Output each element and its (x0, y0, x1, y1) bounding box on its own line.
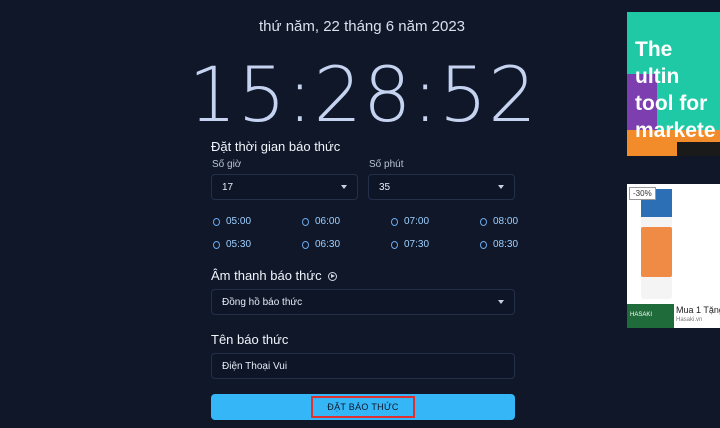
quick-time-0800[interactable]: 08:00 (480, 216, 518, 227)
quick-time-0630[interactable]: 06:30 (302, 239, 340, 250)
minute-select[interactable]: 35 (368, 174, 515, 200)
chevron-down-icon (341, 185, 347, 189)
ad-banner-product[interactable]: -30% HASAKI Mua 1 Tặng Hasaki.vn (627, 184, 720, 328)
ad-source: Hasaki.vn (676, 317, 703, 323)
chevron-down-icon (498, 300, 504, 304)
alarm-clock-icon (302, 240, 309, 249)
ad-title: Mua 1 Tặng (676, 305, 720, 315)
set-alarm-label: ĐẶT BÁO THỨC (311, 396, 415, 418)
discount-badge: -30% (629, 187, 656, 200)
chevron-down-icon (498, 185, 504, 189)
minute-label: Số phút (369, 159, 404, 170)
set-alarm-button[interactable]: ĐẶT BÁO THỨC (211, 394, 515, 420)
alarm-clock-icon (391, 217, 398, 226)
alarm-clock-icon (213, 217, 220, 226)
brand-logo: HASAKI (627, 304, 674, 328)
ad-shape (677, 142, 720, 156)
hour-label: Số giờ (212, 159, 242, 170)
hour-value: 17 (222, 181, 234, 193)
quick-time-0700[interactable]: 07:00 (391, 216, 429, 227)
alarm-clock-icon (391, 240, 398, 249)
minute-value: 35 (379, 181, 391, 193)
alarm-clock-icon (302, 217, 309, 226)
product-image (641, 189, 672, 299)
quick-time-0730[interactable]: 07:30 (391, 239, 429, 250)
sound-select[interactable]: Đồng hồ báo thức (211, 289, 515, 315)
sound-title: Âm thanh báo thức (211, 268, 337, 283)
ad-banner-marketing[interactable]: The ultin tool for markete (627, 12, 720, 156)
date-text: thứ năm, 22 tháng 6 năm 2023 (258, 18, 465, 35)
sound-value: Đồng hồ báo thức (222, 296, 303, 308)
ad-text: The ultin tool for markete (635, 38, 716, 142)
quick-time-0530[interactable]: 05:30 (213, 239, 251, 250)
quick-time-0600[interactable]: 06:00 (302, 216, 340, 227)
quick-time-0500[interactable]: 05:00 (213, 216, 251, 227)
alarm-name-title: Tên báo thức (211, 332, 289, 347)
quick-time-0830[interactable]: 08:30 (480, 239, 518, 250)
alarm-time-title: Đặt thời gian báo thức (211, 139, 341, 154)
alarm-clock-icon (213, 240, 220, 249)
alarm-name-input[interactable]: Điện Thoại Vui (211, 353, 515, 379)
play-icon[interactable] (327, 272, 337, 282)
alarm-clock-icon (480, 217, 487, 226)
clock-display: 15:28:52 (188, 50, 538, 139)
hour-select[interactable]: 17 (211, 174, 358, 200)
alarm-name-value: Điện Thoại Vui (222, 360, 288, 372)
alarm-clock-icon (480, 240, 487, 249)
